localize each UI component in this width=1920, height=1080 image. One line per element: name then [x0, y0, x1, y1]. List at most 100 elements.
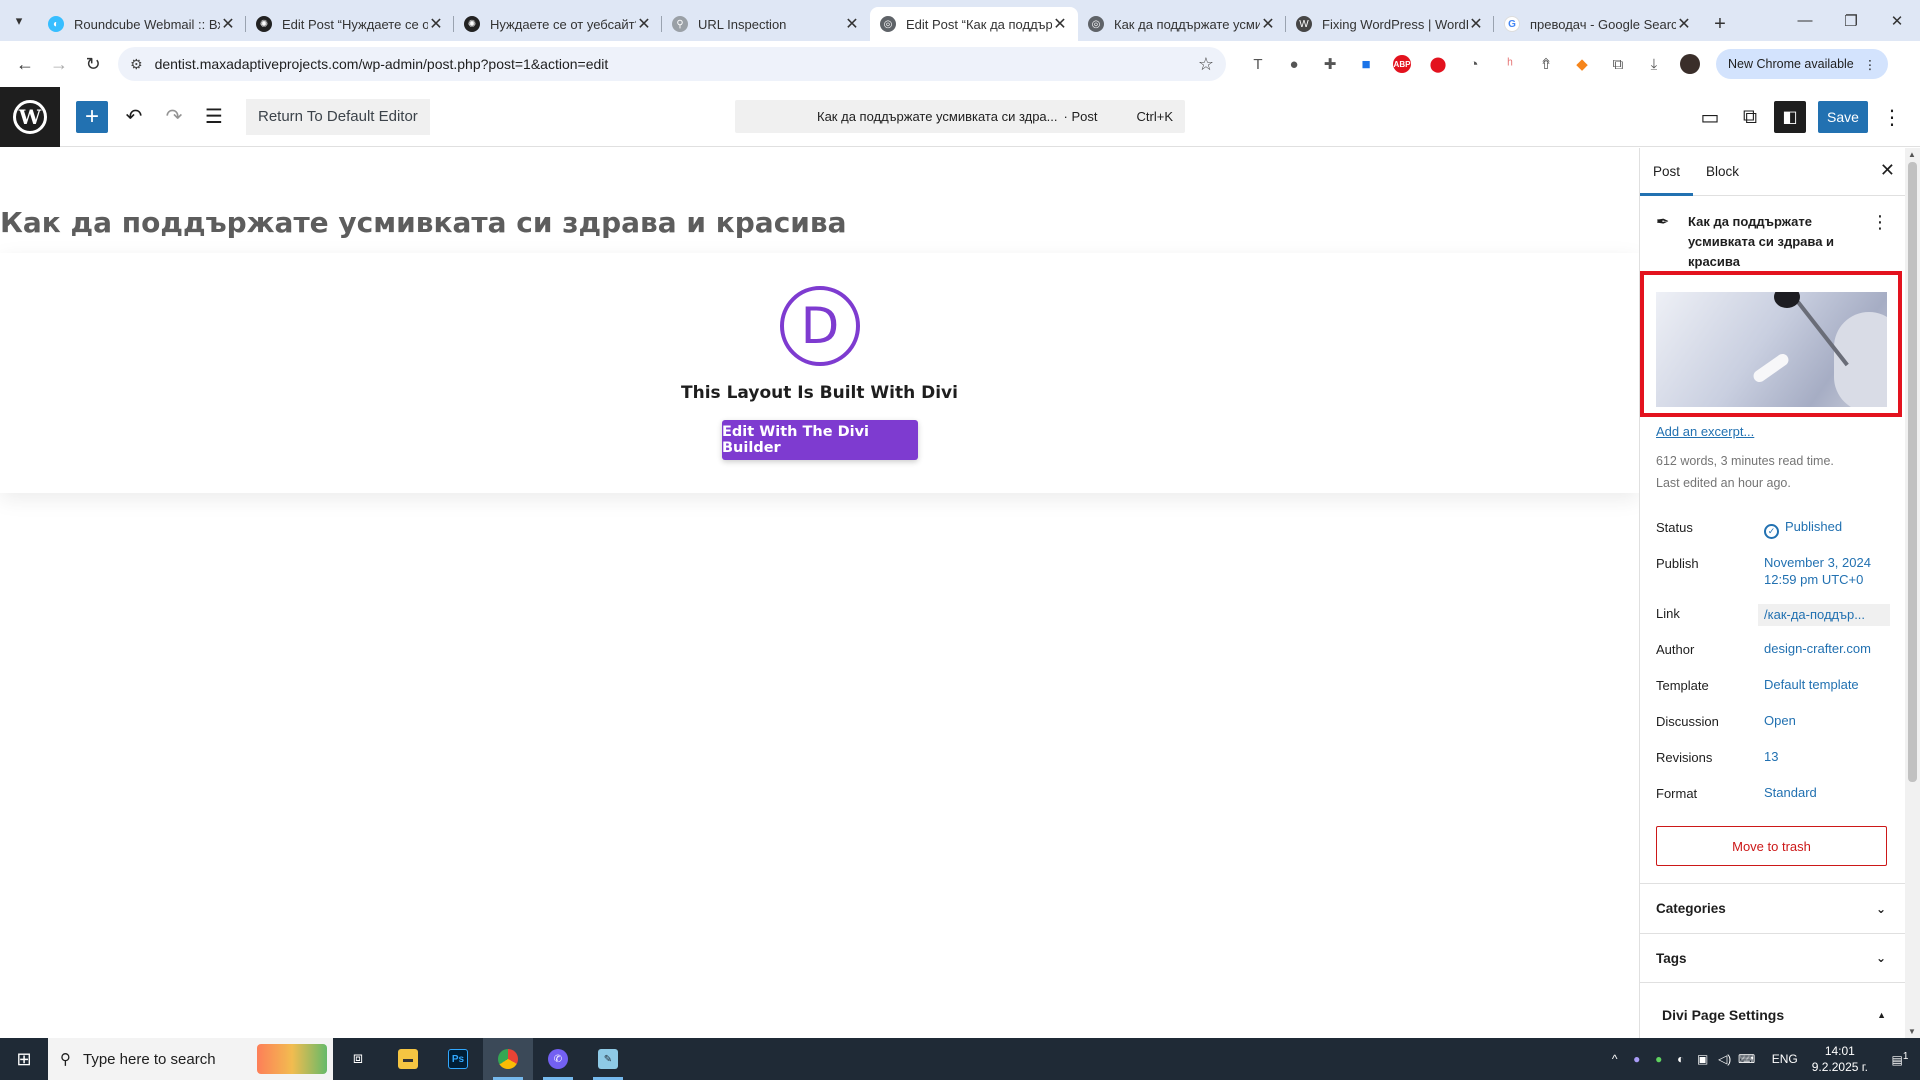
command-shortcut: Ctrl+K — [1136, 109, 1173, 124]
viber-icon[interactable]: ✆ — [533, 1038, 583, 1080]
address-bar[interactable]: ⚙ dentist.maxadaptiveprojects.com/wp-adm… — [118, 47, 1226, 81]
discussion-value[interactable]: Open — [1764, 712, 1796, 729]
browser-tab[interactable]: Gпреводач - Google Search ✕ — [1494, 7, 1702, 41]
featured-image-highlight — [1640, 271, 1902, 417]
tray-app-icon[interactable]: ◐ — [1670, 1052, 1692, 1066]
browser-tab-active[interactable]: ◎ Edit Post “Как да поддърж ✕ — [870, 7, 1078, 41]
extension-icon[interactable]: ʰ — [1492, 50, 1528, 78]
tags-panel[interactable]: Tags ⌄ — [1640, 933, 1905, 983]
browser-tab[interactable]: W Fixing WordPress | WordP ✕ — [1286, 7, 1494, 41]
bookmark-star-icon[interactable]: ☆ — [1198, 54, 1214, 75]
settings-sidebar-toggle-icon[interactable]: ◧ — [1774, 101, 1806, 133]
post-actions-icon[interactable]: ⋮ — [1871, 212, 1889, 233]
taskbar-search[interactable]: ⚲ Type here to search — [48, 1038, 333, 1080]
extension-icon[interactable]: ◔ — [1456, 50, 1492, 78]
tray-app-icon[interactable]: ● — [1648, 1052, 1670, 1066]
template-value[interactable]: Default template — [1764, 676, 1859, 693]
new-chrome-available-button[interactable]: New Chrome available ⋮ — [1716, 49, 1889, 79]
download-icon[interactable]: ⤓ — [1636, 50, 1672, 78]
close-tab-icon[interactable]: ✕ — [1052, 14, 1068, 34]
close-tab-icon[interactable]: ✕ — [428, 14, 444, 34]
browser-tab[interactable]: ✺ Нуждаете се от уебсайт? ✕ — [454, 7, 662, 41]
close-tab-icon[interactable]: ✕ — [844, 14, 860, 34]
file-explorer-icon[interactable]: ▬ — [383, 1038, 433, 1080]
categories-panel[interactable]: Categories ⌄ — [1640, 883, 1905, 933]
wordpress-logo-icon[interactable]: W — [0, 86, 60, 147]
revisions-value[interactable]: 13 — [1764, 748, 1778, 765]
opera-vpn-icon[interactable]: ⬤ — [1420, 50, 1456, 78]
preview-device-icon[interactable]: ▭ — [1690, 97, 1730, 137]
browser-tab[interactable]: ⚲ URL Inspection ✕ — [662, 7, 870, 41]
extensions-puzzle-icon[interactable]: ⧉ — [1600, 50, 1636, 78]
windows-start-icon[interactable]: ⊞ — [0, 1038, 48, 1080]
keyboard-icon[interactable]: ⌨ — [1736, 1052, 1758, 1066]
block-inserter-button[interactable]: + — [76, 100, 108, 133]
sidebar-scrollbar[interactable]: ▲ ▼ — [1905, 148, 1920, 1038]
language-indicator[interactable]: ENG — [1772, 1052, 1798, 1066]
minimize-icon[interactable]: — — [1782, 0, 1828, 41]
network-icon[interactable]: ▣ — [1692, 1052, 1714, 1066]
settings-sidebar: Post Block ✕ ✒ Как да поддържате усмивка… — [1639, 148, 1905, 1038]
close-tab-icon[interactable]: ✕ — [1260, 14, 1276, 34]
author-value[interactable]: design-crafter.com — [1764, 640, 1871, 657]
browser-tab[interactable]: ◎ Как да поддържате усми ✕ — [1078, 7, 1286, 41]
photoshop-icon[interactable]: Ps — [433, 1038, 483, 1080]
close-tab-icon[interactable]: ✕ — [1468, 14, 1484, 34]
command-palette-bar[interactable]: Как да поддържате усмивката си здра... ·… — [735, 100, 1185, 133]
notifications-icon[interactable]: ▤1 — [1880, 1051, 1920, 1067]
extension-icon[interactable]: ■ — [1348, 50, 1384, 78]
scroll-down-icon[interactable]: ▼ — [1908, 1027, 1916, 1036]
translate-extension-icon[interactable]: T — [1240, 50, 1276, 78]
extension-icon[interactable]: ✚ — [1312, 50, 1348, 78]
post-settings-rows: Status ✓ Published Publish November 3, 20… — [1656, 518, 1890, 820]
featured-image[interactable] — [1656, 292, 1887, 407]
close-icon[interactable]: ✕ — [1880, 160, 1895, 181]
save-button[interactable]: Save — [1818, 101, 1868, 133]
edit-with-divi-builder-button[interactable]: Edit With The Divi Builder — [722, 420, 918, 460]
metamask-icon[interactable]: ◆ — [1564, 50, 1600, 78]
profile-avatar-icon[interactable] — [1672, 50, 1708, 78]
notepad-icon[interactable]: ✎ — [583, 1038, 633, 1080]
extension-icon[interactable]: ● — [1276, 50, 1312, 78]
more-menu-icon[interactable]: ⋮ — [1864, 57, 1877, 72]
post-title[interactable]: Как да поддържате усмивката си здрава и … — [0, 206, 847, 239]
tab-search-button[interactable]: ▾ — [0, 0, 38, 41]
forward-icon[interactable]: → — [42, 47, 76, 81]
close-tab-icon[interactable]: ✕ — [220, 14, 236, 34]
close-tab-icon[interactable]: ✕ — [1676, 14, 1692, 34]
return-to-default-editor-button[interactable]: Return To Default Editor — [246, 98, 430, 135]
tab-post[interactable]: Post — [1640, 148, 1693, 196]
redo-icon[interactable]: ↷ — [154, 97, 194, 137]
reload-icon[interactable]: ↻ — [76, 47, 110, 81]
tab-block[interactable]: Block — [1693, 148, 1752, 196]
extension-icon[interactable]: ⇮ — [1528, 50, 1564, 78]
browser-tab[interactable]: ✺ Edit Post “Нуждаете се от ✕ — [246, 7, 454, 41]
chrome-icon[interactable] — [483, 1038, 533, 1080]
status-value[interactable]: ✓ Published — [1764, 518, 1842, 539]
permalink-value[interactable]: /как-да-поддър... — [1758, 604, 1890, 626]
publish-date-value[interactable]: November 3, 2024 12:59 pm UTC+0 — [1764, 554, 1871, 588]
close-tab-icon[interactable]: ✕ — [636, 14, 652, 34]
view-post-external-icon[interactable]: ⧉ — [1730, 97, 1770, 137]
options-menu-icon[interactable]: ⋮ — [1872, 97, 1912, 137]
format-value[interactable]: Standard — [1764, 784, 1817, 801]
scroll-up-icon[interactable]: ▲ — [1908, 150, 1916, 159]
document-overview-icon[interactable]: ☰ — [194, 97, 234, 137]
task-view-icon[interactable]: ⧈ — [333, 1038, 383, 1080]
site-info-icon[interactable]: ⚙ — [130, 56, 143, 73]
new-tab-button[interactable]: + — [1702, 7, 1738, 41]
restore-icon[interactable]: ❐ — [1828, 0, 1874, 41]
clock[interactable]: 14:01 9.2.2025 г. — [1812, 1043, 1868, 1075]
url-text[interactable]: dentist.maxadaptiveprojects.com/wp-admin… — [155, 56, 1198, 72]
viber-tray-icon[interactable]: ● — [1626, 1052, 1648, 1066]
close-window-icon[interactable]: ✕ — [1874, 0, 1920, 41]
adblock-icon[interactable]: ABP — [1384, 50, 1420, 78]
back-icon[interactable]: ← — [8, 47, 42, 81]
volume-icon[interactable]: ◁) — [1714, 1052, 1736, 1066]
browser-tab[interactable]: ◐ Roundcube Webmail :: Вх ✕ — [38, 7, 246, 41]
tray-chevron-icon[interactable]: ^ — [1604, 1052, 1626, 1066]
add-excerpt-link[interactable]: Add an excerpt... — [1656, 424, 1754, 439]
divi-page-settings-panel[interactable]: Divi Page Settings ▲ — [1640, 990, 1905, 1038]
undo-icon[interactable]: ↶ — [114, 97, 154, 137]
move-to-trash-button[interactable]: Move to trash — [1656, 826, 1887, 866]
